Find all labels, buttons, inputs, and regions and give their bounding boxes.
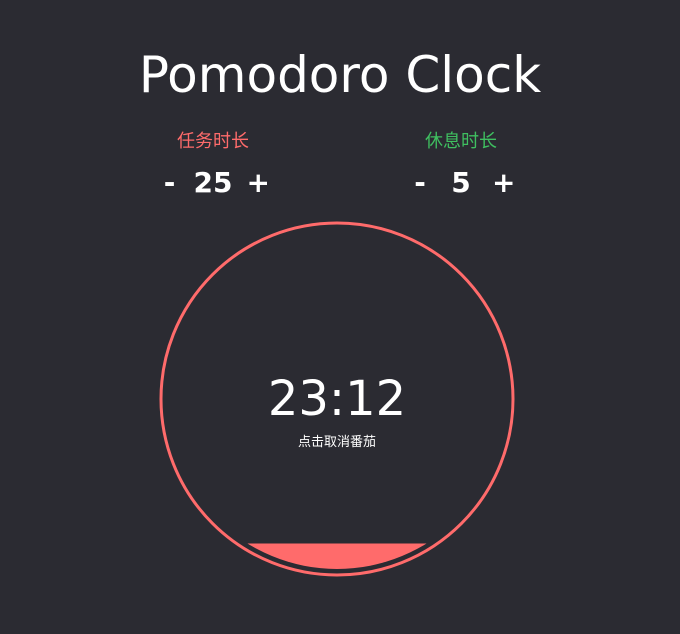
task-duration-value: 25 [193,166,233,199]
task-increase-button[interactable]: + [246,166,269,200]
break-decrease-button[interactable]: - [410,166,430,200]
cancel-hint: 点击取消番茄 [297,435,376,450]
break-duration-setting: 休息时长 - 5 + [371,128,551,200]
task-duration-setting: 任务时长 - 25 + [123,128,303,200]
break-duration-value: 5 [451,166,471,199]
task-duration-label: 任务时长 [177,131,249,152]
task-decrease-button[interactable]: - [160,166,180,200]
break-duration-label: 休息时长 [425,131,497,152]
task-duration-controls: - 25 + [123,166,303,200]
timer-display: 23:12 [267,371,407,427]
timer-clock[interactable]: 23:12 点击取消番茄 [159,221,515,577]
break-duration-controls: - 5 + [371,166,551,200]
break-increase-button[interactable]: + [492,166,515,200]
pomodoro-app: Pomodoro Clock 任务时长 - 25 + 休息时长 - 5 + 23… [0,0,680,634]
progress-fill [167,543,507,569]
page-title: Pomodoro Clock [138,46,542,104]
